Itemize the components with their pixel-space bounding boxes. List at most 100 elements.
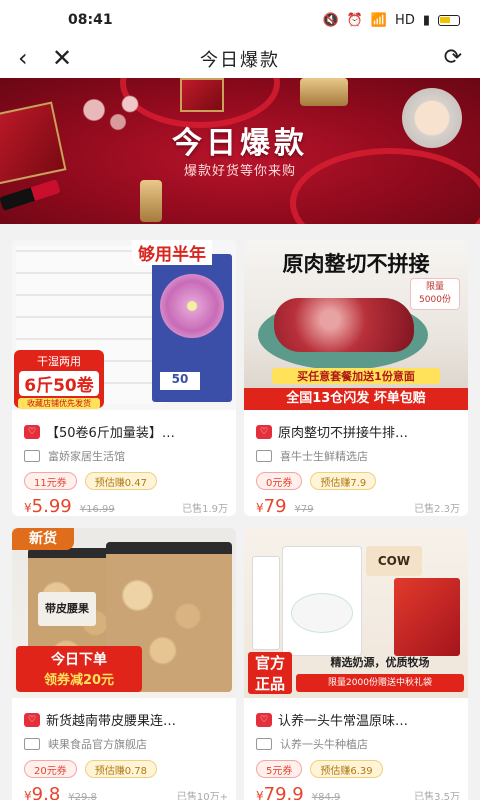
store-name: 认养一头牛种植店 [280,738,368,751]
perfume-image [300,78,348,106]
earn-badge: 预估赚0.47 [84,472,157,490]
wifi-icon: 📶 [370,12,388,28]
limit-line-1: 限量 [425,282,444,292]
price-row: ¥5.99 ¥16.99 已售1.9万 [24,496,228,516]
battery-icon [438,14,460,26]
store-name: 喜牛士生鲜精选店 [280,450,368,463]
tissue-pack: 50 [152,254,232,402]
store-icon [24,450,40,462]
original-price: ¥16.99 [79,504,115,515]
cosmetic-bottle-image [140,180,162,222]
promo-line-2: 限量2000份赠送中秋礼袋 [296,674,464,692]
product-card[interactable]: COW 官方 正品 精选奶源，优质牧场 限量2000份赠送中秋礼袋 ♡ 认养一头… [244,528,468,800]
product-title-row[interactable]: ♡ 认养一头牛常温原味… [256,710,460,729]
product-title: 认养一头牛常温原味… [278,714,409,729]
page-title: 今日爆款 [200,50,280,71]
coupon-badge[interactable]: 11元券 [24,472,77,490]
tag-row: 0元券 预估赚7.9 [256,472,377,490]
product-title: 【50卷6斤加量装】… [46,426,175,441]
earn-badge: 预估赚0.78 [84,760,157,778]
store-name: 富娇家居生活馆 [48,450,125,463]
official-line-1: 官方 [254,654,285,672]
limit-line-2: 5000份 [419,295,451,305]
coupon-badge[interactable]: 0元券 [256,472,303,490]
close-icon[interactable]: ✕ [52,44,72,72]
mute-icon: 🔇 [322,12,339,28]
pack-count: 50 [160,372,200,390]
badge-line-1: 干湿两用 [37,355,81,368]
sold-count: 已售10万+ [176,792,228,800]
store-row[interactable]: 认养一头牛种植店 [256,736,368,752]
promo-line-1: 今日下单 [51,652,107,668]
steak-graphic [274,298,414,352]
coupon-badge[interactable]: 20元券 [24,760,77,778]
promo-badge: 今日下单 领券减20元 [16,646,142,692]
badge-line-2: 6斤50卷 [19,371,99,396]
product-card[interactable]: 50 够用半年 干湿两用 6斤50卷 收藏店铺优先发货 ♡ 【50卷6斤加量装】… [12,240,236,516]
banner: 今日爆款 爆款好货等你来购 [0,78,480,224]
status-bar: 08:41 🔇 ⏰ 📶 HD ▮ [0,0,480,40]
product-title-row[interactable]: ♡ 新货越南带皮腰果连… [24,710,228,729]
product-image[interactable]: 50 够用半年 干湿两用 6斤50卷 收藏店铺优先发货 [12,240,236,410]
promo-badge: 干湿两用 6斤50卷 收藏店铺优先发货 [14,350,104,409]
price-row: ¥79.9 ¥84.9 已售3.5万 [256,784,460,800]
tmall-icon: ♡ [256,424,272,439]
price-value: 5.99 [31,496,72,516]
refresh-icon[interactable]: ⟳ [444,45,462,70]
store-row[interactable]: 富娇家居生活馆 [24,448,125,464]
price-row: ¥79 ¥79 已售2.3万 [256,496,460,516]
product-image[interactable]: 原肉整切不拼接 限量 5000份 买任意套餐加送1份意面 全国13仓闪发 坏单包… [244,240,468,410]
signal-icon: ▮ [422,12,430,28]
product-card[interactable]: 原肉整切不拼接 限量 5000份 买任意套餐加送1份意面 全国13仓闪发 坏单包… [244,240,468,516]
sold-count: 已售2.3万 [414,504,460,515]
jar-label: 带皮腰果 [38,592,96,626]
original-price: ¥29.8 [68,792,97,800]
store-icon [24,738,40,750]
original-price: ¥84.9 [311,792,341,800]
earn-badge: 预估赚6.39 [310,760,383,778]
price: ¥79 [256,496,287,516]
tmall-icon: ♡ [256,712,272,727]
tag-row: 5元券 预估赚6.39 [256,760,383,778]
product-title: 新货越南带皮腰果连… [46,714,177,729]
milk-box-image [282,546,362,656]
image-headline: 原肉整切不拼接 [282,252,430,276]
limit-badge: 限量 5000份 [410,278,460,310]
nav-bar: ‹ ✕ 今日爆款 ⟳ [0,40,480,78]
product-card[interactable]: 新货 带皮腰果 今日下单 领券减20元 ♡ 新货越南带皮腰果连… 峡果食品官方旗… [12,528,236,800]
tag-row: 20元券 预估赚0.78 [24,760,157,778]
lipstick-image [0,179,61,211]
official-line-2: 正品 [254,675,285,693]
back-icon[interactable]: ‹ [18,46,28,70]
gift-bag-image [394,578,460,656]
image-headline: 够用半年 [132,240,212,265]
store-row[interactable]: 喜牛士生鲜精选店 [256,448,368,464]
milk-carton-small [252,556,280,650]
network-label: HD [395,12,415,28]
coupon-badge[interactable]: 5元券 [256,760,303,778]
banner-title: 今日爆款 [172,126,308,161]
banner-subtitle: 爆款好货等你来购 [183,164,296,179]
store-row[interactable]: 峡果食品官方旗舰店 [24,736,147,752]
earn-badge: 预估赚7.9 [310,472,377,490]
promo-banner: 全国13仓闪发 坏单包赔 [244,388,468,410]
badge-line-3: 收藏店铺优先发货 [18,398,100,409]
price-value: 9.8 [31,784,61,800]
promo-line-1: 精选奶源，优质牧场 [330,656,430,669]
alarm-icon: ⏰ [346,12,363,28]
product-title-row[interactable]: ♡ 【50卷6斤加量装】… [24,422,228,441]
tmall-icon: ♡ [24,424,40,439]
price: ¥5.99 [24,496,72,516]
status-icons: 🔇 ⏰ 📶 HD ▮ [322,13,460,28]
product-image[interactable]: 新货 带皮腰果 今日下单 领券减20元 [12,528,236,698]
price-value: 79.9 [263,784,304,800]
store-icon [256,738,272,750]
product-image[interactable]: COW 官方 正品 精选奶源，优质牧场 限量2000份赠送中秋礼袋 [244,528,468,698]
store-icon [256,450,272,462]
promo-strip: 买任意套餐加送1份意面 [272,368,440,384]
new-badge: 新货 [12,528,74,550]
flower-graphic [160,274,224,338]
tmall-icon: ♡ [24,712,40,727]
store-name: 峡果食品官方旗舰店 [48,738,147,751]
product-title-row[interactable]: ♡ 原肉整切不拼接牛排… [256,422,460,441]
